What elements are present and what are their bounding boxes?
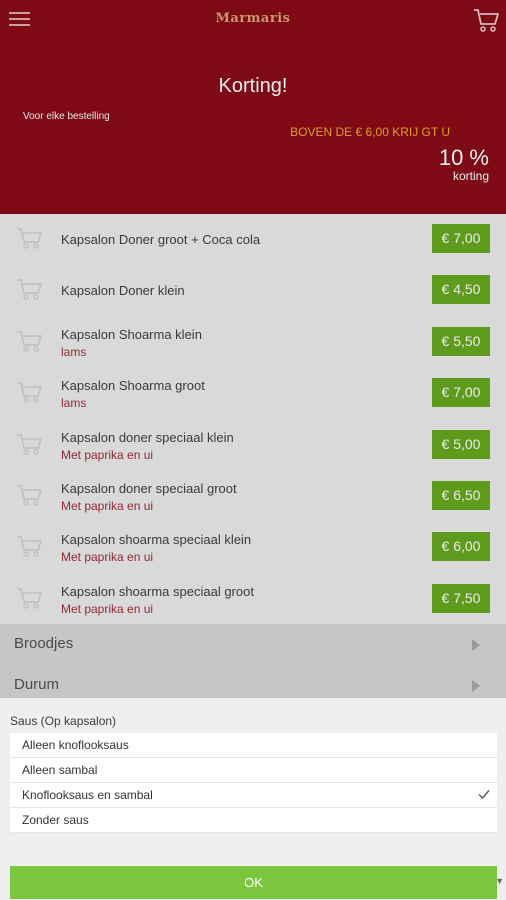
product-row[interactable]: Kapsalon Shoarma klein lams € 5,50 xyxy=(0,317,506,368)
option-label: Zonder saus xyxy=(22,813,89,827)
product-row[interactable]: Kapsalon doner speciaal groot Met paprika… xyxy=(0,471,506,522)
brand-logo: Marmaris xyxy=(215,11,291,26)
sauce-picker-sheet: Saus (Op kapsalon) Alleen knoflooksaus A… xyxy=(0,698,506,900)
chevron-right-icon xyxy=(472,680,480,692)
product-row[interactable]: Kapsalon Shoarma groot lams € 7,00 xyxy=(0,368,506,419)
add-to-cart-icon[interactable] xyxy=(16,329,44,353)
price-button[interactable]: € 7,00 xyxy=(432,224,490,253)
add-to-cart-icon[interactable] xyxy=(16,534,44,558)
product-description: Met paprika en ui xyxy=(61,601,154,616)
product-description: Met paprika en ui xyxy=(61,447,154,462)
sauce-option[interactable]: Alleen knoflooksaus xyxy=(10,733,497,758)
option-label: Alleen sambal xyxy=(22,763,98,777)
product-name: Kapsalon Doner groot + Coca cola xyxy=(61,232,261,247)
sheet-title: Saus (Op kapsalon) xyxy=(10,714,117,728)
product-name: Kapsalon Shoarma klein xyxy=(61,326,202,342)
product-name: Kapsalon shoarma speciaal klein xyxy=(61,532,252,548)
product-name: Kapsalon Doner klein xyxy=(61,283,185,299)
product-name: Kapsalon shoarma speciaal groot xyxy=(61,583,254,599)
price-button[interactable]: € 6,00 xyxy=(432,532,490,562)
price-button[interactable]: € 7,00 xyxy=(432,378,490,408)
product-description: lams xyxy=(61,396,87,411)
discount-percent: 10 % xyxy=(438,145,489,170)
price-button[interactable]: € 4,50 xyxy=(432,275,490,305)
product-row[interactable]: Kapsalon doner speciaal klein Met paprika… xyxy=(0,420,506,471)
cart-icon[interactable] xyxy=(472,6,500,34)
add-to-cart-icon[interactable] xyxy=(16,432,44,456)
sauce-option[interactable]: Zonder saus xyxy=(10,808,497,833)
ok-button[interactable]: OK xyxy=(10,866,497,899)
category-label: Durum xyxy=(14,676,60,693)
category-broodjes[interactable]: Broodjes xyxy=(0,624,506,665)
price-button[interactable]: € 7,50 xyxy=(432,583,490,613)
price-button[interactable]: € 6,50 xyxy=(432,481,490,510)
product-description: lams xyxy=(61,344,87,359)
promo-header: Marmaris Korting! Voor elke bestelling B… xyxy=(0,0,506,214)
category-label: Broodjes xyxy=(14,635,74,652)
price-button[interactable]: € 5,00 xyxy=(432,429,490,459)
add-to-cart-icon[interactable] xyxy=(16,586,44,610)
promo-subtitle: Voor elke bestelling xyxy=(23,111,110,122)
product-row[interactable]: Kapsalon Doner klein € 4,50 xyxy=(0,265,506,316)
add-to-cart-icon[interactable] xyxy=(16,483,44,507)
product-name: Kapsalon Shoarma groot xyxy=(61,378,205,394)
checkmark-icon xyxy=(478,790,490,800)
add-to-cart-icon[interactable] xyxy=(16,380,44,404)
discount-label: korting xyxy=(452,169,489,183)
product-row[interactable]: Kapsalon Doner groot + Coca cola € 7,00 xyxy=(0,214,506,265)
option-label: Alleen knoflooksaus xyxy=(22,738,129,752)
add-to-cart-icon[interactable] xyxy=(16,277,44,301)
chevron-right-icon xyxy=(472,639,480,651)
product-row[interactable]: Kapsalon shoarma speciaal groot Met papri… xyxy=(0,574,506,625)
price-button[interactable]: € 5,50 xyxy=(432,326,490,356)
product-description: Met paprika en ui xyxy=(61,550,154,565)
sauce-option[interactable]: Alleen sambal xyxy=(10,758,497,783)
promo-offer: BOVEN DE € 6,00 KRIJ GT U xyxy=(290,125,450,139)
product-list: Kapsalon Doner groot + Coca cola € 7,00 Ka… xyxy=(0,214,506,625)
product-name: Kapsalon doner speciaal klein xyxy=(61,429,234,445)
product-description: Met paprika en ui xyxy=(61,499,154,513)
promo-title: Korting! xyxy=(218,75,288,97)
product-row[interactable]: Kapsalon shoarma speciaal klein Met papri… xyxy=(0,522,506,573)
add-to-cart-icon[interactable] xyxy=(16,226,44,250)
chevron-down-icon: ▼ xyxy=(495,876,504,886)
product-name: Kapsalon doner speciaal groot xyxy=(61,481,237,496)
top-bar: Marmaris xyxy=(0,0,506,40)
option-label: Knoflooksaus en sambal xyxy=(22,788,153,802)
sauce-options: Alleen knoflooksaus Alleen sambal Knoflo… xyxy=(10,733,497,833)
sauce-option[interactable]: Knoflooksaus en sambal xyxy=(10,783,497,808)
